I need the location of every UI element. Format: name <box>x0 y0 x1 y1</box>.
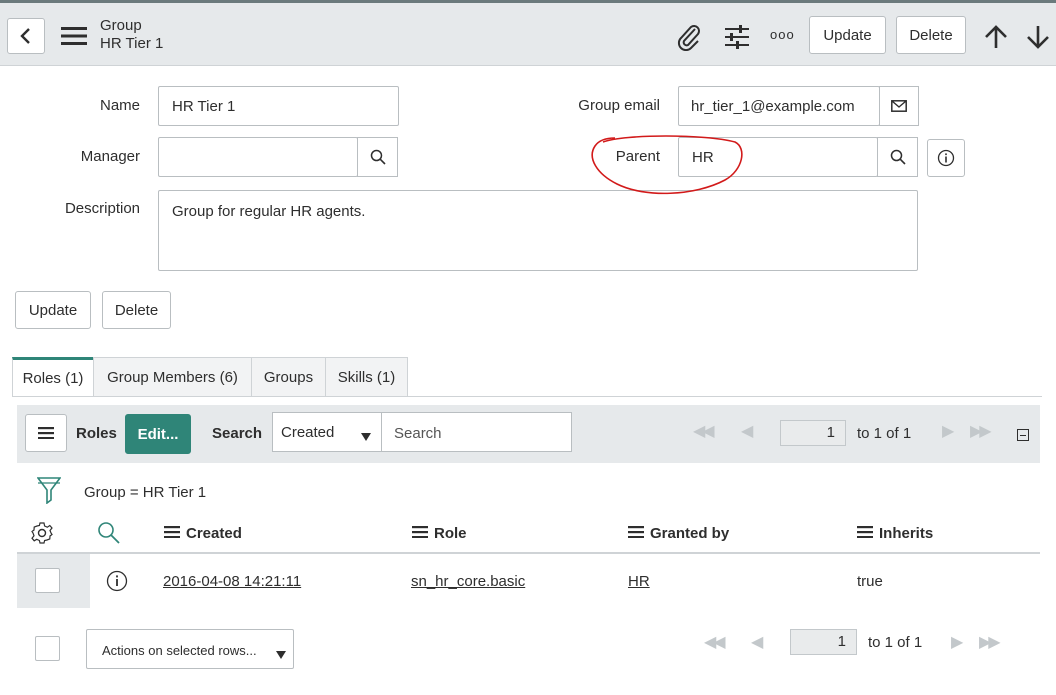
description-textarea[interactable]: Group for regular HR agents. <box>158 190 918 271</box>
tab-roles[interactable]: Roles (1) <box>12 357 94 397</box>
arrow-down-icon[interactable] <box>1024 22 1052 52</box>
filter-icon[interactable] <box>36 476 62 508</box>
more-options-icon[interactable]: ooo <box>770 27 795 42</box>
column-header-role[interactable]: Role <box>412 525 467 542</box>
column-label-role: Role <box>434 525 467 542</box>
column-header-granted-by[interactable]: Granted by <box>628 525 729 542</box>
personalize-sliders-icon[interactable] <box>722 22 752 52</box>
row-role-link[interactable]: sn_hr_core.basic <box>411 573 525 590</box>
form-delete-button[interactable]: Delete <box>102 291 171 329</box>
name-input[interactable]: HR Tier 1 <box>158 86 399 126</box>
send-email-button[interactable] <box>879 86 919 126</box>
list-menu-button[interactable] <box>25 414 67 452</box>
column-menu-icon <box>857 525 873 542</box>
info-icon <box>937 149 955 167</box>
column-menu-icon <box>164 525 180 542</box>
footer-page-number-input[interactable]: 1 <box>790 629 857 655</box>
actions-select-label: Actions on selected rows... <box>102 643 257 658</box>
search-field-select[interactable]: Created <box>272 412 382 452</box>
group-email-input[interactable]: hr_tier_1@example.com <box>678 86 880 126</box>
first-page-icon[interactable]: ◀◀ <box>693 421 715 441</box>
description-label: Description <box>64 200 140 217</box>
form-update-button[interactable]: Update <box>15 291 91 329</box>
manager-lookup-button[interactable] <box>357 137 398 177</box>
search-icon <box>890 149 906 165</box>
menu-icon[interactable] <box>60 24 88 48</box>
footer-next-page-icon[interactable]: ▶ <box>951 632 963 652</box>
column-label-inherits: Inherits <box>879 525 934 542</box>
column-menu-icon <box>412 525 428 542</box>
prev-page-icon[interactable]: ◀ <box>741 421 753 441</box>
form-header: Group HR Tier 1 ooo Update Delete <box>0 0 1056 66</box>
search-input[interactable]: Search <box>381 412 572 452</box>
footer-last-page-icon[interactable]: ▶▶ <box>979 632 1001 652</box>
column-header-inherits[interactable]: Inherits <box>857 525 933 542</box>
hamburger-icon <box>38 427 54 439</box>
caret-down-icon <box>276 646 286 663</box>
arrow-up-icon[interactable] <box>982 22 1010 52</box>
row-created-link[interactable]: 2016-04-08 14:21:11 <box>163 573 301 590</box>
header-update-button[interactable]: Update <box>809 16 886 54</box>
parent-lookup-button[interactable] <box>877 137 918 177</box>
row-granted-by-link[interactable]: HR <box>628 573 650 590</box>
search-label: Search <box>212 425 263 442</box>
next-page-icon[interactable]: ▶ <box>942 421 954 441</box>
column-header-created[interactable]: Created <box>164 525 242 542</box>
row-info-icon[interactable] <box>106 570 128 596</box>
footer-first-page-icon[interactable]: ◀◀ <box>704 632 726 652</box>
related-list-toolbar: Roles Edit... Search Created Search ◀◀ ◀… <box>17 405 1040 463</box>
footer-prev-page-icon[interactable]: ◀ <box>751 632 763 652</box>
page-number-input[interactable]: 1 <box>780 420 846 446</box>
tab-group-members[interactable]: Group Members (6) <box>93 357 252 397</box>
chevron-left-icon <box>19 27 33 45</box>
table-row: 2016-04-08 14:21:11 sn_hr_core.basic HR … <box>17 554 1040 608</box>
name-label: Name <box>99 97 140 114</box>
tab-divider <box>12 396 1042 397</box>
record-name-title: HR Tier 1 <box>100 35 164 52</box>
parent-info-button[interactable] <box>927 139 965 177</box>
column-label-granted-by: Granted by <box>650 525 730 542</box>
annotation-circle <box>591 135 743 195</box>
column-menu-icon <box>628 525 644 542</box>
search-icon <box>370 149 386 165</box>
tab-skills[interactable]: Skills (1) <box>325 357 408 397</box>
caret-down-icon <box>361 428 371 445</box>
last-page-icon[interactable]: ▶▶ <box>970 421 992 441</box>
actions-select[interactable]: Actions on selected rows... <box>86 629 294 669</box>
row-checkbox[interactable] <box>35 568 60 593</box>
header-top-border <box>0 0 1056 3</box>
group-email-label: Group email <box>578 97 660 114</box>
collapse-icon[interactable] <box>1017 429 1029 441</box>
envelope-icon <box>891 100 907 112</box>
edit-button[interactable]: Edit... <box>125 414 191 454</box>
record-type-title: Group <box>100 17 142 34</box>
page-range-text: to 1 of 1 <box>857 425 912 442</box>
search-field-selected: Created <box>281 424 335 441</box>
manager-label: Manager <box>80 148 140 165</box>
paperclip-icon[interactable] <box>674 22 704 52</box>
row-inherits-value: true <box>857 573 883 590</box>
search-column-icon[interactable] <box>97 521 121 549</box>
tab-groups[interactable]: Groups <box>251 357 326 397</box>
search-placeholder: Search <box>394 425 442 442</box>
gear-icon[interactable] <box>31 522 53 548</box>
select-all-checkbox[interactable] <box>35 636 60 661</box>
footer-page-range-text: to 1 of 1 <box>868 634 923 651</box>
column-label-created: Created <box>186 525 242 542</box>
back-button[interactable] <box>7 18 45 54</box>
filter-breadcrumb[interactable]: Group = HR Tier 1 <box>84 484 206 501</box>
related-list-title: Roles <box>76 425 117 442</box>
manager-input[interactable] <box>158 137 358 177</box>
header-delete-button[interactable]: Delete <box>896 16 966 54</box>
